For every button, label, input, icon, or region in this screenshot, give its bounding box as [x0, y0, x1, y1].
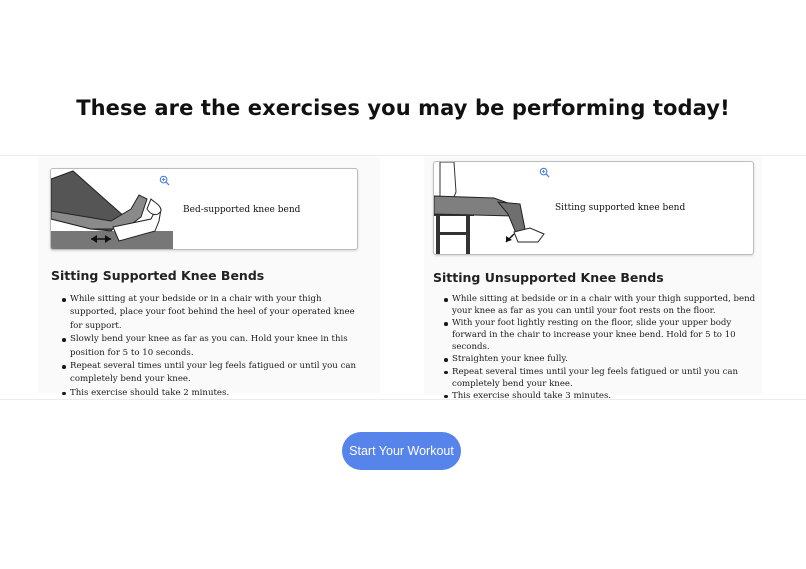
list-item: While sitting at bedside or in a chair w…	[444, 293, 756, 317]
exercise-steps: While sitting at your bedside or in a ch…	[62, 293, 362, 400]
exercise-steps: While sitting at bedside or in a chair w…	[444, 293, 756, 402]
list-item: With your foot lightly resting on the fl…	[444, 317, 756, 353]
list-item: Straighten your knee fully.	[444, 353, 756, 365]
list-item: While sitting at your bedside or in a ch…	[62, 293, 362, 333]
image-caption: Sitting supported knee bend	[555, 203, 686, 213]
list-item: Slowly bend your knee as far as you can.…	[62, 333, 362, 360]
exercise-title: Sitting Supported Knee Bends	[51, 268, 265, 283]
list-item: Repeat several times until your leg feel…	[444, 366, 756, 390]
exercise-image[interactable]: Bed-supported knee bend	[50, 168, 358, 250]
exercise-image[interactable]: Sitting supported knee bend	[433, 161, 754, 255]
zoom-in-icon[interactable]	[539, 167, 550, 178]
exercise-card: Bed-supported knee bend Sitting Supporte…	[38, 157, 380, 398]
page-title: These are the exercises you may be perfo…	[76, 96, 730, 120]
list-item: This exercise should take 2 minutes.	[62, 387, 362, 400]
list-item: Repeat several times until your leg feel…	[62, 360, 362, 387]
start-workout-button[interactable]: Start Your Workout	[342, 432, 461, 470]
list-item: This exercise should take 3 minutes.	[444, 390, 756, 402]
exercise-card: Sitting supported knee bend Sitting Unsu…	[424, 157, 762, 401]
exercise-title: Sitting Unsupported Knee Bends	[433, 270, 664, 285]
zoom-in-icon[interactable]	[159, 175, 170, 186]
image-caption: Bed-supported knee bend	[183, 205, 301, 215]
